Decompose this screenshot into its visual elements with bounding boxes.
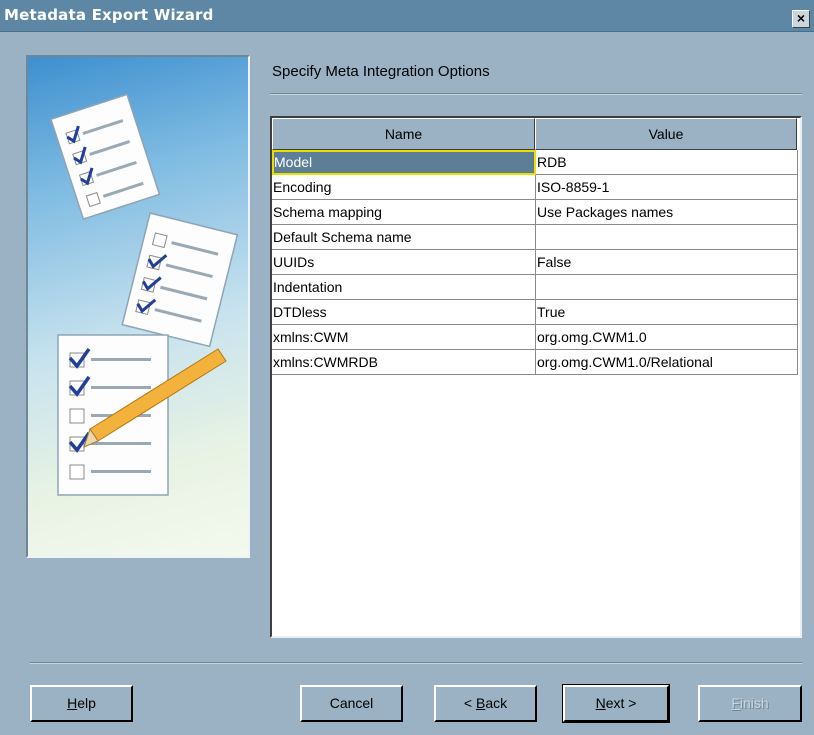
option-value-cell[interactable] <box>536 275 798 300</box>
finish-button[interactable]: Finish <box>698 685 802 722</box>
back-mnemonic: B <box>475 695 486 711</box>
option-value-cell[interactable]: False <box>536 250 798 275</box>
table-row[interactable]: xmlns:CWM org.omg.CWM1.0 <box>272 325 800 350</box>
title-divider <box>270 93 802 95</box>
finish-mnemonic: F <box>731 695 740 711</box>
option-name-cell[interactable]: Indentation <box>272 275 536 300</box>
option-value-cell[interactable] <box>536 225 798 250</box>
option-name-cell[interactable]: Default Schema name <box>272 225 536 250</box>
option-name-cell[interactable]: xmlns:CWM <box>272 325 536 350</box>
option-name-cell[interactable]: DTDless <box>272 300 536 325</box>
option-name-cell[interactable]: xmlns:CWMRDB <box>272 350 536 375</box>
column-header-name[interactable]: Name <box>272 118 535 150</box>
table-row[interactable]: Schema mapping Use Packages names <box>272 200 800 225</box>
help-button[interactable]: Help <box>30 685 133 722</box>
help-label: elp <box>77 695 96 711</box>
options-table[interactable]: Name Value Model RDB Encoding ISO-8859-1… <box>270 116 802 638</box>
help-mnemonic: H <box>67 695 78 711</box>
back-label: ack <box>485 695 508 711</box>
option-value-cell[interactable]: org.omg.CWM1.0 <box>536 325 798 350</box>
wizard-illustration <box>26 55 250 558</box>
option-name-cell[interactable]: Schema mapping <box>272 200 536 225</box>
table-row[interactable]: UUIDs False <box>272 250 800 275</box>
footer-divider <box>30 662 802 664</box>
column-header-value[interactable]: Value <box>535 118 797 150</box>
next-button[interactable]: Next > <box>562 684 670 723</box>
option-value-cell[interactable]: ISO-8859-1 <box>536 175 798 200</box>
table-row[interactable]: Indentation <box>272 275 800 300</box>
option-value-cell[interactable]: org.omg.CWM1.0/Relational <box>536 350 798 375</box>
window-title: Metadata Export Wizard <box>4 6 214 24</box>
table-row[interactable]: Encoding ISO-8859-1 <box>272 175 800 200</box>
back-prefix: < <box>463 695 476 711</box>
checklist-documents-icon <box>49 93 239 496</box>
title-bar: Metadata Export Wizard × <box>0 0 814 32</box>
finish-label: inish <box>739 695 769 711</box>
cancel-label: Cancel <box>329 695 374 711</box>
page-title: Specify Meta Integration Options <box>272 63 490 80</box>
option-value-cell[interactable]: Use Packages names <box>536 200 798 225</box>
option-name-cell[interactable]: Model <box>272 150 536 175</box>
option-name-cell[interactable]: UUIDs <box>272 250 536 275</box>
cancel-button[interactable]: Cancel <box>300 685 403 722</box>
back-button[interactable]: < Back <box>434 685 537 722</box>
close-button[interactable]: × <box>792 10 810 28</box>
table-row[interactable]: Default Schema name <box>272 225 800 250</box>
table-row[interactable]: xmlns:CWMRDB org.omg.CWM1.0/Relational <box>272 350 800 375</box>
option-value-cell[interactable]: True <box>536 300 798 325</box>
option-value-cell[interactable]: RDB <box>536 150 798 175</box>
next-label: ext > <box>605 695 637 711</box>
next-mnemonic: N <box>595 695 606 711</box>
table-row[interactable]: DTDless True <box>272 300 800 325</box>
option-name-cell[interactable]: Encoding <box>272 175 536 200</box>
table-row[interactable]: Model RDB <box>272 150 800 175</box>
